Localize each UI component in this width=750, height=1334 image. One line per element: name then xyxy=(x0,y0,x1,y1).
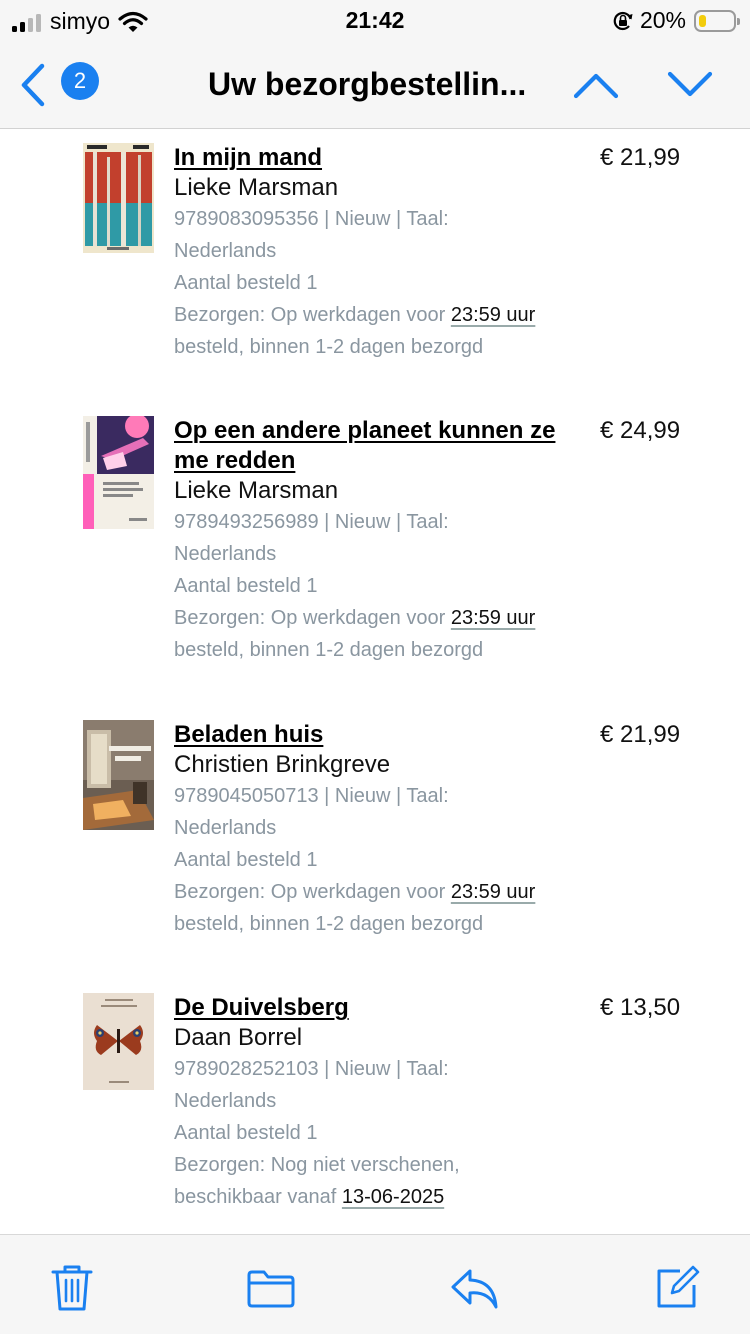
book-price: € 13,50 xyxy=(600,994,681,1021)
trash-icon[interactable] xyxy=(50,1263,94,1313)
book-isbn-info: 9789045050713 | Nieuw | Taal: xyxy=(174,785,449,807)
order-details: Beladen huis Christien Brinkgreve 978904… xyxy=(174,720,574,940)
book-cover-image[interactable] xyxy=(83,143,154,253)
delivery-time-link[interactable]: 23:59 uur xyxy=(451,607,536,629)
order-quantity: Aantal besteld 1 xyxy=(174,1122,318,1144)
book-price: € 21,99 xyxy=(600,144,681,171)
order-details: Op een andere planeet kunnen ze me redde… xyxy=(174,416,574,666)
delivery-info-line2: besteld, binnen 1-2 dagen bezorgd xyxy=(174,639,484,661)
delivery-info: Bezorgen: Op werkdagen voor 23:59 uur xyxy=(174,876,574,908)
unread-count-badge[interactable]: 2 xyxy=(61,62,99,100)
battery-level xyxy=(699,14,706,27)
book-cover-image[interactable] xyxy=(83,993,154,1090)
delivery-text: Bezorgen: Op werkdagen voor xyxy=(174,304,451,326)
battery-percentage: 20% xyxy=(639,7,686,33)
chevron-up-icon[interactable] xyxy=(572,68,620,102)
order-quantity: Aantal besteld 1 xyxy=(174,575,318,597)
book-author: Lieke Marsman xyxy=(174,174,339,201)
book-author: Daan Borrel xyxy=(174,1024,303,1051)
delivery-info: Bezorgen: Op werkdagen voor 23:59 uur xyxy=(174,299,574,331)
book-language: Nederlands xyxy=(174,543,277,565)
delivery-info-line2: besteld, binnen 1-2 dagen bezorgd xyxy=(174,336,484,358)
book-title-link[interactable]: Beladen huis xyxy=(174,720,574,750)
order-quantity: Aantal besteld 1 xyxy=(174,849,318,871)
orientation-lock-icon xyxy=(613,11,633,30)
battery-icon xyxy=(694,9,740,32)
delivery-time-link[interactable]: 23:59 uur xyxy=(451,304,536,326)
delivery-text: Bezorgen: Op werkdagen voor xyxy=(174,607,451,629)
book-author: Lieke Marsman xyxy=(174,477,339,504)
book-price: € 24,99 xyxy=(600,417,681,444)
book-isbn-info: 9789493256989 | Nieuw | Taal: xyxy=(174,511,449,533)
chevron-down-icon[interactable] xyxy=(666,68,714,102)
book-title-link[interactable]: De Duivelsberg xyxy=(174,993,574,1023)
book-title-link[interactable]: Op een andere planeet kunnen ze me redde… xyxy=(174,416,574,476)
delivery-info: Bezorgen: Op werkdagen voor 23:59 uur xyxy=(174,602,574,634)
folder-icon[interactable] xyxy=(246,1269,296,1309)
bottom-toolbar xyxy=(0,1234,750,1334)
message-subject-title: Uw bezorgbestellin... xyxy=(208,66,527,102)
delivery-info: Bezorgen: Nog niet verschenen, xyxy=(174,1154,460,1176)
order-details: In mijn mand Lieke Marsman 9789083095356… xyxy=(174,143,574,363)
book-cover-image[interactable] xyxy=(83,416,154,529)
delivery-text: beschikbaar vanaf xyxy=(174,1186,342,1208)
chevron-left-icon[interactable] xyxy=(16,62,50,108)
book-author: Christien Brinkgreve xyxy=(174,751,391,778)
status-right: 20% xyxy=(612,7,740,34)
book-language: Nederlands xyxy=(174,817,277,839)
book-isbn-info: 9789028252103 | Nieuw | Taal: xyxy=(174,1058,449,1080)
compose-icon[interactable] xyxy=(654,1265,700,1311)
delivery-info-line2: besteld, binnen 1-2 dagen bezorgd xyxy=(174,913,484,935)
navigation-bar: 2 Uw bezorgbestellin... xyxy=(0,40,750,129)
reply-icon[interactable] xyxy=(450,1267,500,1311)
email-body[interactable]: In mijn mand Lieke Marsman 9789083095356… xyxy=(0,130,750,1234)
order-details: De Duivelsberg Daan Borrel 9789028252103… xyxy=(174,993,574,1213)
delivery-text: Bezorgen: Op werkdagen voor xyxy=(174,881,451,903)
book-language: Nederlands xyxy=(174,1090,277,1112)
book-price: € 21,99 xyxy=(600,721,681,748)
delivery-info-line2: beschikbaar vanaf 13-06-2025 xyxy=(174,1181,574,1213)
order-quantity: Aantal besteld 1 xyxy=(174,272,318,294)
release-date-link[interactable]: 13-06-2025 xyxy=(342,1186,444,1208)
book-isbn-info: 9789083095356 | Nieuw | Taal: xyxy=(174,208,449,230)
status-bar: simyo 21:42 20% xyxy=(0,0,750,40)
book-language: Nederlands xyxy=(174,240,277,262)
book-title-link[interactable]: In mijn mand xyxy=(174,143,574,173)
book-cover-image[interactable] xyxy=(83,720,154,830)
delivery-time-link[interactable]: 23:59 uur xyxy=(451,881,536,903)
